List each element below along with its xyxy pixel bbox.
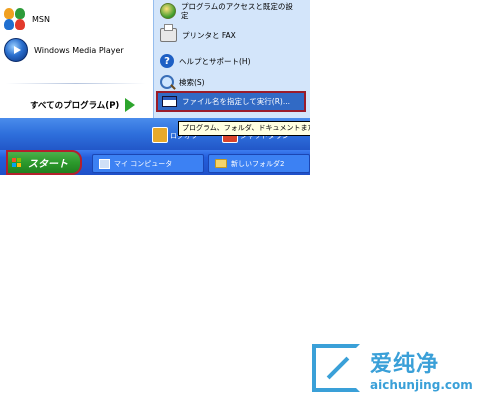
- watermark-url: aichunjing.com: [370, 378, 473, 392]
- folder-icon: [215, 159, 227, 168]
- menu-item-label: 検索(S): [179, 77, 205, 87]
- taskbar-button-label: マイ コンピュータ: [114, 159, 173, 168]
- menu-item-printers[interactable]: プリンタと FAX: [160, 24, 236, 42]
- run-icon: [162, 96, 177, 107]
- menu-separator: [6, 83, 146, 84]
- taskbar-button-my-computer[interactable]: マイ コンピュータ: [92, 154, 204, 173]
- computer-icon: [99, 158, 110, 169]
- printer-icon: [160, 24, 177, 42]
- menu-item-label: ヘルプとサポート(H): [179, 56, 251, 66]
- media-player-icon: [4, 38, 28, 62]
- pinned-item-msn[interactable]: MSN: [4, 6, 50, 32]
- menu-item-run[interactable]: ファイル名を指定して実行(R)...: [156, 91, 306, 112]
- start-button[interactable]: スタート: [6, 150, 82, 175]
- taskbar-button-label: 新しいフォルダ2: [231, 159, 285, 168]
- menu-item-label: プログラムのアクセスと既定の設定: [181, 2, 293, 20]
- menu-item-label: プリンタと FAX: [182, 30, 236, 40]
- program-access-icon: [160, 3, 176, 19]
- start-menu-right-pane: プログラムのアクセスと既定の設定 プリンタと FAX ? ヘルプとサポート(H)…: [153, 0, 310, 118]
- green-arrow-icon: [125, 98, 136, 112]
- pinned-item-label: Windows Media Player: [34, 45, 124, 55]
- menu-item-search[interactable]: 検索(S): [160, 75, 205, 89]
- help-icon: ?: [160, 54, 174, 68]
- pinned-item-label: MSN: [32, 14, 50, 24]
- run-tooltip: プログラム、フォルダ、ドキュメントまた: [178, 121, 310, 136]
- menu-item-label: ファイル名を指定して実行(R)...: [182, 97, 290, 106]
- msn-butterfly-icon: [4, 8, 26, 30]
- all-programs-label: すべてのプログラム(P): [30, 101, 120, 111]
- taskbar: スタート マイ コンピュータ 新しいフォルダ2: [0, 150, 310, 175]
- windows-flag-icon: [12, 157, 22, 168]
- watermark: 爱纯净 aichunjing.com: [312, 344, 498, 398]
- pinned-item-media-player[interactable]: Windows Media Player: [4, 37, 124, 63]
- menu-item-help[interactable]: ? ヘルプとサポート(H): [160, 54, 251, 68]
- logoff-icon[interactable]: [152, 127, 168, 143]
- screenshot-region: MSN Windows Media Player すべてのプログラム(P) プロ…: [0, 0, 310, 175]
- start-label: スタート: [28, 159, 68, 170]
- menu-item-program-access[interactable]: プログラムのアクセスと既定の設定: [160, 2, 302, 20]
- watermark-brand: 爱纯净: [370, 352, 440, 377]
- all-programs-button[interactable]: すべてのプログラム(P): [30, 96, 136, 114]
- start-menu-left-pane: MSN Windows Media Player すべてのプログラム(P): [0, 0, 153, 118]
- taskbar-button-new-folder[interactable]: 新しいフォルダ2: [208, 154, 310, 173]
- search-icon: [160, 75, 174, 89]
